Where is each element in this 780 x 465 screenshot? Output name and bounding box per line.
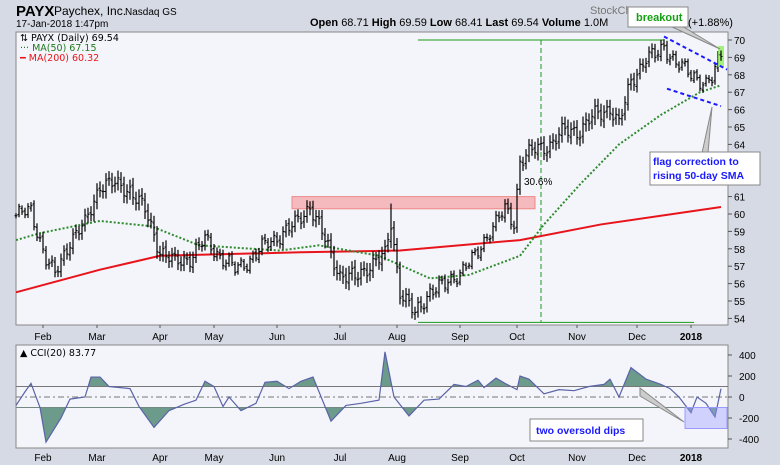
price-axis-label: 66 xyxy=(734,106,746,117)
pct-gain-label: 30.6% xyxy=(524,177,552,188)
cci-axis-label: 0 xyxy=(739,393,745,404)
price-axis-label: 64 xyxy=(734,140,746,151)
volume-label: Volume xyxy=(542,17,581,29)
month-label-bottom: Apr xyxy=(152,453,168,464)
price-axis-label: 56 xyxy=(734,280,746,291)
price-axis-label: 55 xyxy=(734,297,746,308)
price-axis-label: 57 xyxy=(734,262,746,273)
symbol: PAYX xyxy=(16,3,54,20)
low-value: 68.41 xyxy=(455,17,483,29)
month-label-bottom: Dec xyxy=(628,453,646,464)
month-label-top: Apr xyxy=(152,332,168,343)
month-label-top: Mar xyxy=(88,332,106,343)
month-label-bottom: Feb xyxy=(34,453,52,464)
cci-legend: ▲ CCI(20) 83.77 xyxy=(20,348,96,359)
cci-legend-text: CCI(20) 83.77 xyxy=(30,348,96,359)
price-panel xyxy=(15,31,729,326)
oversold-highlight-box xyxy=(684,407,728,429)
month-label-bottom: 2018 xyxy=(680,453,703,464)
price-axis-label: 58 xyxy=(734,245,746,256)
price-axis-label: 61 xyxy=(734,193,746,204)
month-label-top: Aug xyxy=(388,332,406,343)
month-label-bottom: Jul xyxy=(334,453,347,464)
month-label-bottom: Oct xyxy=(509,453,525,464)
high-label: High xyxy=(372,17,397,29)
month-label-bottom: Nov xyxy=(568,453,586,464)
change-percent: (+1.88%) xyxy=(688,17,733,29)
flag-label-line2: rising 50-day SMA xyxy=(653,170,744,182)
company-name: Paychex, Inc. xyxy=(54,4,126,18)
month-label-bottom: Mar xyxy=(88,453,106,464)
cci-axis-label: 200 xyxy=(739,372,756,383)
low-label: Low xyxy=(430,17,452,29)
high-value: 69.59 xyxy=(399,17,427,29)
price-axis-label: 65 xyxy=(734,123,746,134)
volume-value: 1.0M xyxy=(584,17,608,29)
price-axis-label: 59 xyxy=(734,227,746,238)
flag-label-line1: flag correction to xyxy=(653,156,739,168)
price-axis-label: 54 xyxy=(734,314,746,325)
month-label-top: Dec xyxy=(628,332,646,343)
cci-axis-label: 400 xyxy=(739,351,756,362)
price-axis-label: 67 xyxy=(734,88,746,99)
price-axis-label: 68 xyxy=(734,71,746,82)
exchange: Nasdaq GS xyxy=(125,7,177,18)
quote-bar: Open 68.71 High 69.59 Low 68.41 Last 69.… xyxy=(310,17,608,29)
resistance-zone xyxy=(291,196,536,210)
ma200-legend: ━ MA(200) 60.32 xyxy=(19,53,99,64)
breakout-label: breakout xyxy=(636,12,683,24)
month-label-top: Jun xyxy=(269,332,285,343)
month-label-top: Jul xyxy=(334,332,347,343)
month-label-top: Nov xyxy=(568,332,586,343)
last-value: 69.54 xyxy=(511,17,539,29)
stock-chart: PAYX Paychex, Inc. Nasdaq GS 17-Jan-2018… xyxy=(14,3,761,464)
month-label-top: 2018 xyxy=(680,332,703,343)
price-axis-label: 69 xyxy=(734,53,746,64)
month-label-bottom: May xyxy=(205,453,224,464)
ma200-legend-text: MA(200) 60.32 xyxy=(29,53,99,64)
cci-axis-label: -400 xyxy=(739,435,759,446)
month-label-bottom: Sep xyxy=(451,453,469,464)
month-label-top: Sep xyxy=(451,332,469,343)
oversold-label: two oversold dips xyxy=(536,425,625,437)
datetime: 17-Jan-2018 1:47pm xyxy=(16,19,108,30)
month-label-top: Feb xyxy=(34,332,52,343)
month-label-top: Oct xyxy=(509,332,525,343)
open-value: 68.71 xyxy=(341,17,369,29)
month-label-top: May xyxy=(205,332,224,343)
open-label: Open xyxy=(310,17,338,29)
month-label-bottom: Jun xyxy=(269,453,285,464)
cci-axis-label: -200 xyxy=(739,414,759,425)
month-label-bottom: Aug xyxy=(388,453,406,464)
last-label: Last xyxy=(486,17,509,29)
price-axis-label: 60 xyxy=(734,210,746,221)
price-axis-label: 70 xyxy=(734,36,746,47)
